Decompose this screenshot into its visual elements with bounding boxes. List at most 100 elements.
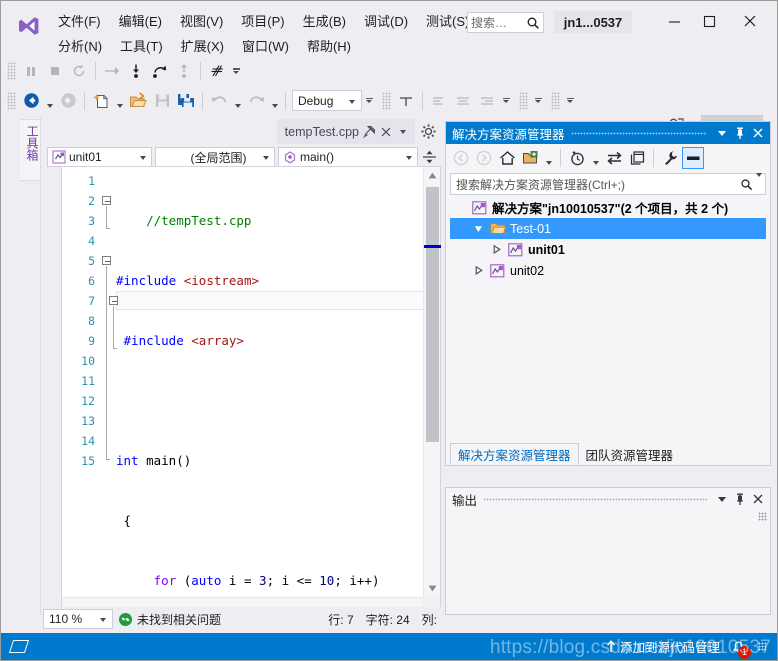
- comment-selection-button[interactable]: [394, 89, 418, 113]
- solution-configuration-combo[interactable]: Debug: [292, 90, 362, 111]
- toolbar-grip-icon-2[interactable]: [382, 91, 391, 110]
- close-button[interactable]: [728, 7, 772, 35]
- show-all-files-dropdown[interactable]: [542, 147, 555, 169]
- scroll-up-arrow-icon[interactable]: [424, 167, 441, 184]
- code-text[interactable]: //tempTest.cpp #include <iostream> #incl…: [116, 171, 423, 597]
- notifications-button[interactable]: 1: [727, 637, 751, 659]
- line-number: 12: [81, 394, 95, 408]
- pending-changes-button[interactable]: [566, 147, 588, 169]
- title-drag-dots[interactable]: [570, 122, 707, 144]
- title-drag-dots[interactable]: [483, 488, 707, 510]
- split-view-button[interactable]: [421, 147, 437, 167]
- menu-file[interactable]: 文件(F): [49, 8, 110, 33]
- scroll-down-arrow-icon[interactable]: [424, 580, 441, 597]
- menu-window[interactable]: 窗口(W): [233, 33, 298, 58]
- properties-button[interactable]: [659, 147, 681, 169]
- solution-tree[interactable]: 解决方案"jn10010537"(2 个项目，共 2 个) Test-01 un…: [450, 197, 766, 409]
- fold-toggle-main[interactable]: [102, 256, 111, 265]
- view-code-button[interactable]: [626, 147, 648, 169]
- notification-badge: 1: [738, 645, 751, 659]
- fold-toggle-includes[interactable]: [102, 196, 111, 205]
- menu-tools[interactable]: 工具(T): [111, 33, 172, 58]
- undo-dropdown[interactable]: [231, 90, 244, 112]
- window-resize-grip-icon[interactable]: [758, 642, 767, 651]
- chevron-down-icon[interactable]: [396, 124, 410, 140]
- add-to-source-control-button[interactable]: 添加到源代码管理: [605, 637, 720, 656]
- tree-node-unit01[interactable]: unit01: [450, 239, 766, 260]
- save-all-button[interactable]: [174, 89, 198, 113]
- toolbar-grip-icon[interactable]: [7, 91, 16, 110]
- menu-view[interactable]: 视图(V): [171, 8, 232, 33]
- document-tab-strip: tempTest.cpp: [41, 119, 441, 144]
- pin-panel-icon[interactable]: [731, 489, 749, 509]
- pin-icon[interactable]: [363, 125, 376, 138]
- menu-edit[interactable]: 编辑(E): [110, 8, 171, 33]
- panel-menu-button[interactable]: [713, 489, 731, 509]
- project-selector-combo[interactable]: unit01: [47, 147, 152, 167]
- menu-analyze[interactable]: 分析(N): [49, 33, 111, 58]
- tree-expander-closed-icon[interactable]: [490, 245, 503, 254]
- tab-team-explorer[interactable]: 团队资源管理器: [579, 443, 681, 465]
- step-into-button[interactable]: [124, 59, 148, 83]
- document-tab-temptest-cpp[interactable]: tempTest.cpp: [276, 119, 415, 144]
- pin-panel-icon[interactable]: [731, 123, 749, 143]
- tree-expander-open-icon[interactable]: [472, 224, 485, 233]
- zoom-level-combo[interactable]: 110 %: [43, 609, 113, 629]
- toolbar-overflow-button-4[interactable]: [531, 90, 545, 112]
- menu-build[interactable]: 生成(B): [294, 8, 355, 33]
- issues-status[interactable]: 未找到相关问题: [119, 611, 221, 628]
- open-file-button[interactable]: [126, 89, 150, 113]
- toolbar-grip-icon-4[interactable]: [551, 91, 560, 110]
- code-canvas[interactable]: 1 2 3 4 5 6 7 8 9 10 11 12 13 14 15 //te…: [62, 167, 423, 597]
- resize-grip-icon[interactable]: [758, 512, 767, 521]
- menu-help[interactable]: 帮助(H): [298, 33, 360, 58]
- search-options-dropdown[interactable]: [756, 173, 762, 191]
- tree-expander-closed-icon[interactable]: [472, 266, 485, 275]
- show-all-files-button[interactable]: [519, 147, 541, 169]
- add-to-source-control-label: 添加到源代码管理: [619, 641, 720, 655]
- close-panel-icon[interactable]: [749, 123, 767, 143]
- code-editor[interactable]: 1 2 3 4 5 6 7 8 9 10 11 12 13 14 15 //te…: [61, 166, 441, 615]
- editor-vertical-scrollbar[interactable]: [423, 167, 441, 597]
- menu-project[interactable]: 项目(P): [232, 8, 293, 33]
- member-selector-combo[interactable]: main(): [278, 147, 418, 167]
- quick-launch-search[interactable]: 搜索…: [467, 12, 544, 33]
- tree-node-solution[interactable]: 解决方案"jn10010537"(2 个项目，共 2 个): [450, 197, 766, 218]
- scrollbar-thumb[interactable]: [426, 187, 439, 442]
- toolbox-tab[interactable]: 工具箱: [20, 119, 41, 181]
- redo-dropdown[interactable]: [268, 90, 281, 112]
- toolbar-overflow-button-3[interactable]: [499, 90, 513, 112]
- menu-bar-row-2: 分析(N) 工具(T) 扩展(X) 窗口(W) 帮助(H): [49, 33, 360, 57]
- debug-options-icon[interactable]: [205, 59, 229, 83]
- pending-changes-dropdown[interactable]: [589, 147, 602, 169]
- toolbar-overflow-button[interactable]: [229, 60, 243, 82]
- tree-node-test-01[interactable]: Test-01: [450, 218, 766, 239]
- menu-extensions[interactable]: 扩展(X): [172, 33, 233, 58]
- output-text-area[interactable]: [446, 510, 770, 614]
- toolbar-overflow-button-5[interactable]: [563, 90, 577, 112]
- new-file-button[interactable]: [89, 89, 113, 113]
- navigate-backward-dropdown[interactable]: [43, 90, 56, 112]
- search-icon: [526, 16, 540, 30]
- menu-debug[interactable]: 调试(D): [355, 8, 417, 33]
- tree-node-unit02[interactable]: unit02: [450, 260, 766, 281]
- tab-solution-explorer[interactable]: 解决方案资源管理器: [450, 443, 579, 465]
- navigate-backward-button[interactable]: [19, 89, 43, 113]
- scope-selector-combo[interactable]: (全局范围): [155, 147, 275, 167]
- solution-explorer-search[interactable]: 搜索解决方案资源管理器(Ctrl+;): [450, 173, 766, 195]
- toolbar-separator: [95, 62, 96, 80]
- home-button[interactable]: [496, 147, 518, 169]
- sync-refresh-button[interactable]: [603, 147, 625, 169]
- toolbar-overflow-button-2[interactable]: [362, 90, 376, 112]
- new-file-dropdown[interactable]: [113, 90, 126, 112]
- close-panel-icon[interactable]: [749, 489, 767, 509]
- maximize-button[interactable]: [687, 7, 731, 35]
- close-tab-icon[interactable]: [380, 126, 392, 138]
- panel-menu-button[interactable]: [713, 123, 731, 143]
- gear-icon[interactable]: [420, 123, 437, 140]
- toolbar-grip-icon-3[interactable]: [519, 91, 528, 110]
- step-over-button[interactable]: [148, 59, 172, 83]
- toolbar-grip-icon[interactable]: [7, 62, 16, 80]
- preview-selected-items-button[interactable]: [682, 147, 704, 169]
